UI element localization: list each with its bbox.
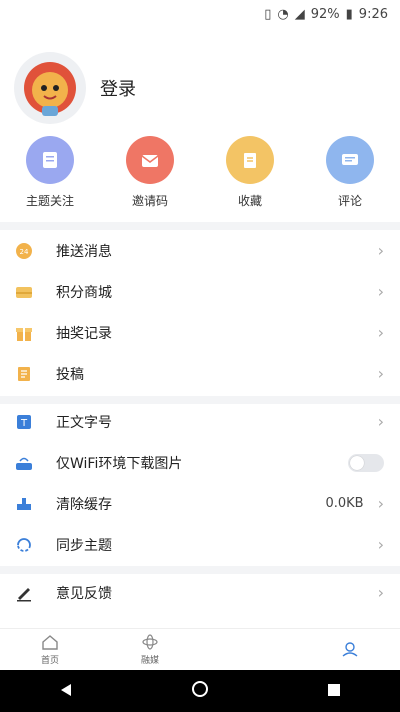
menu-lottery-record-label: 抽奖记录 <box>56 325 112 342</box>
chevron-right-icon: › <box>377 282 384 301</box>
menu-font-size[interactable]: T 正文字号 › <box>0 401 400 442</box>
svg-text:24: 24 <box>20 248 29 256</box>
topic-follow-icon <box>26 136 74 184</box>
quick-topic-follow-label: 主题关注 <box>25 194 74 208</box>
android-nav-bar <box>0 670 400 712</box>
mascot-avatar-icon <box>24 62 76 116</box>
sync-topic-icon <box>14 535 34 555</box>
menu-push-message-label: 推送消息 <box>56 243 112 260</box>
chevron-right-icon: › <box>377 583 384 602</box>
tab-home-label: 首页 <box>40 656 59 666</box>
menu-sync-topic-label: 同步主题 <box>56 537 112 554</box>
lottery-record-icon <box>14 323 34 343</box>
menu-points-mall[interactable]: 积分商城 › <box>0 271 400 312</box>
home-icon <box>41 634 59 653</box>
menu-font-size-label: 正文字号 <box>56 414 112 431</box>
chevron-right-icon: › <box>377 241 384 260</box>
bottom-tab-bar: 首页 融媒 <box>0 628 400 671</box>
cache-size-value: 0.0KB <box>325 496 364 511</box>
home-circle-icon[interactable] <box>191 680 209 702</box>
profile-header[interactable]: 登录 <box>14 52 136 124</box>
tab-profile[interactable] <box>300 629 400 671</box>
media-icon <box>141 634 159 653</box>
quick-comment-label: 评论 <box>337 194 362 208</box>
svg-text:T: T <box>20 418 28 429</box>
login-link[interactable]: 登录 <box>100 75 136 101</box>
quick-actions: 主题关注 邀请码 收藏 评论 <box>0 136 400 209</box>
chevron-right-icon: › <box>377 412 384 431</box>
chevron-right-icon: › <box>377 364 384 383</box>
signal-icon: ◢ <box>294 6 305 22</box>
clock: 9:26 <box>358 6 388 22</box>
tab-media-label: 融媒 <box>140 656 159 666</box>
wifi-download-icon <box>14 453 34 473</box>
avatar[interactable] <box>14 52 86 124</box>
quick-invite-code[interactable]: 邀请码 <box>105 136 195 209</box>
menu-clear-cache[interactable]: 清除缓存 0.0KB › <box>0 483 400 524</box>
chevron-right-icon: › <box>377 323 384 342</box>
tab-media[interactable]: 融媒 <box>100 629 200 671</box>
submit-article-icon <box>14 364 34 384</box>
menu-wifi-only-download-label: 仅WiFi环境下载图片 <box>56 455 183 472</box>
favorite-icon <box>226 136 274 184</box>
quick-invite-code-label: 邀请码 <box>131 194 168 208</box>
quick-comment[interactable]: 评论 <box>305 136 395 209</box>
status-bar: ▯ ◔ ◢ 92% ▮ 9:26 <box>0 0 400 28</box>
font-size-icon: T <box>14 412 34 432</box>
quick-favorite-label: 收藏 <box>237 194 262 208</box>
push-message-icon: 24 <box>14 241 34 261</box>
menu-sync-topic[interactable]: 同步主题 › <box>0 524 400 565</box>
comment-icon <box>326 136 374 184</box>
tab-placeholder[interactable] <box>200 629 300 671</box>
profile-tab-icon <box>341 641 359 660</box>
vibrate-icon: ▯ <box>264 6 272 22</box>
menu-clear-cache-label: 清除缓存 <box>56 496 112 513</box>
quick-topic-follow[interactable]: 主题关注 <box>5 136 95 209</box>
menu-group-account: 24 推送消息 › 积分商城 › 抽奖记录 › 投稿 › <box>0 230 400 394</box>
tab-home[interactable]: 首页 <box>0 629 100 671</box>
feedback-icon <box>14 583 34 603</box>
invite-code-icon <box>126 136 174 184</box>
recents-icon[interactable] <box>327 682 341 701</box>
menu-feedback[interactable]: 意见反馈 › <box>0 572 400 613</box>
wifi-icon: ◔ <box>277 6 289 22</box>
points-mall-icon <box>14 282 34 302</box>
menu-points-mall-label: 积分商城 <box>56 284 112 301</box>
wifi-only-toggle[interactable] <box>348 453 384 472</box>
menu-group-feedback: 意见反馈 › <box>0 572 400 613</box>
menu-feedback-label: 意见反馈 <box>56 585 112 602</box>
menu-group-settings: T 正文字号 › 仅WiFi环境下载图片 清除缓存 0.0KB › 同步主题 › <box>0 401 400 565</box>
quick-favorite[interactable]: 收藏 <box>205 136 295 209</box>
clear-cache-icon <box>14 494 34 514</box>
menu-lottery-record[interactable]: 抽奖记录 › <box>0 312 400 353</box>
chevron-right-icon: › <box>377 494 384 513</box>
menu-submit-article-label: 投稿 <box>56 366 84 383</box>
battery-icon: ▮ <box>345 6 353 22</box>
battery-percent: 92% <box>310 6 340 22</box>
menu-submit-article[interactable]: 投稿 › <box>0 353 400 394</box>
menu-wifi-only-download: 仅WiFi环境下载图片 <box>0 442 400 483</box>
chevron-right-icon: › <box>377 535 384 554</box>
back-icon[interactable] <box>59 682 73 701</box>
menu-push-message[interactable]: 24 推送消息 › <box>0 230 400 271</box>
divider <box>0 222 400 230</box>
